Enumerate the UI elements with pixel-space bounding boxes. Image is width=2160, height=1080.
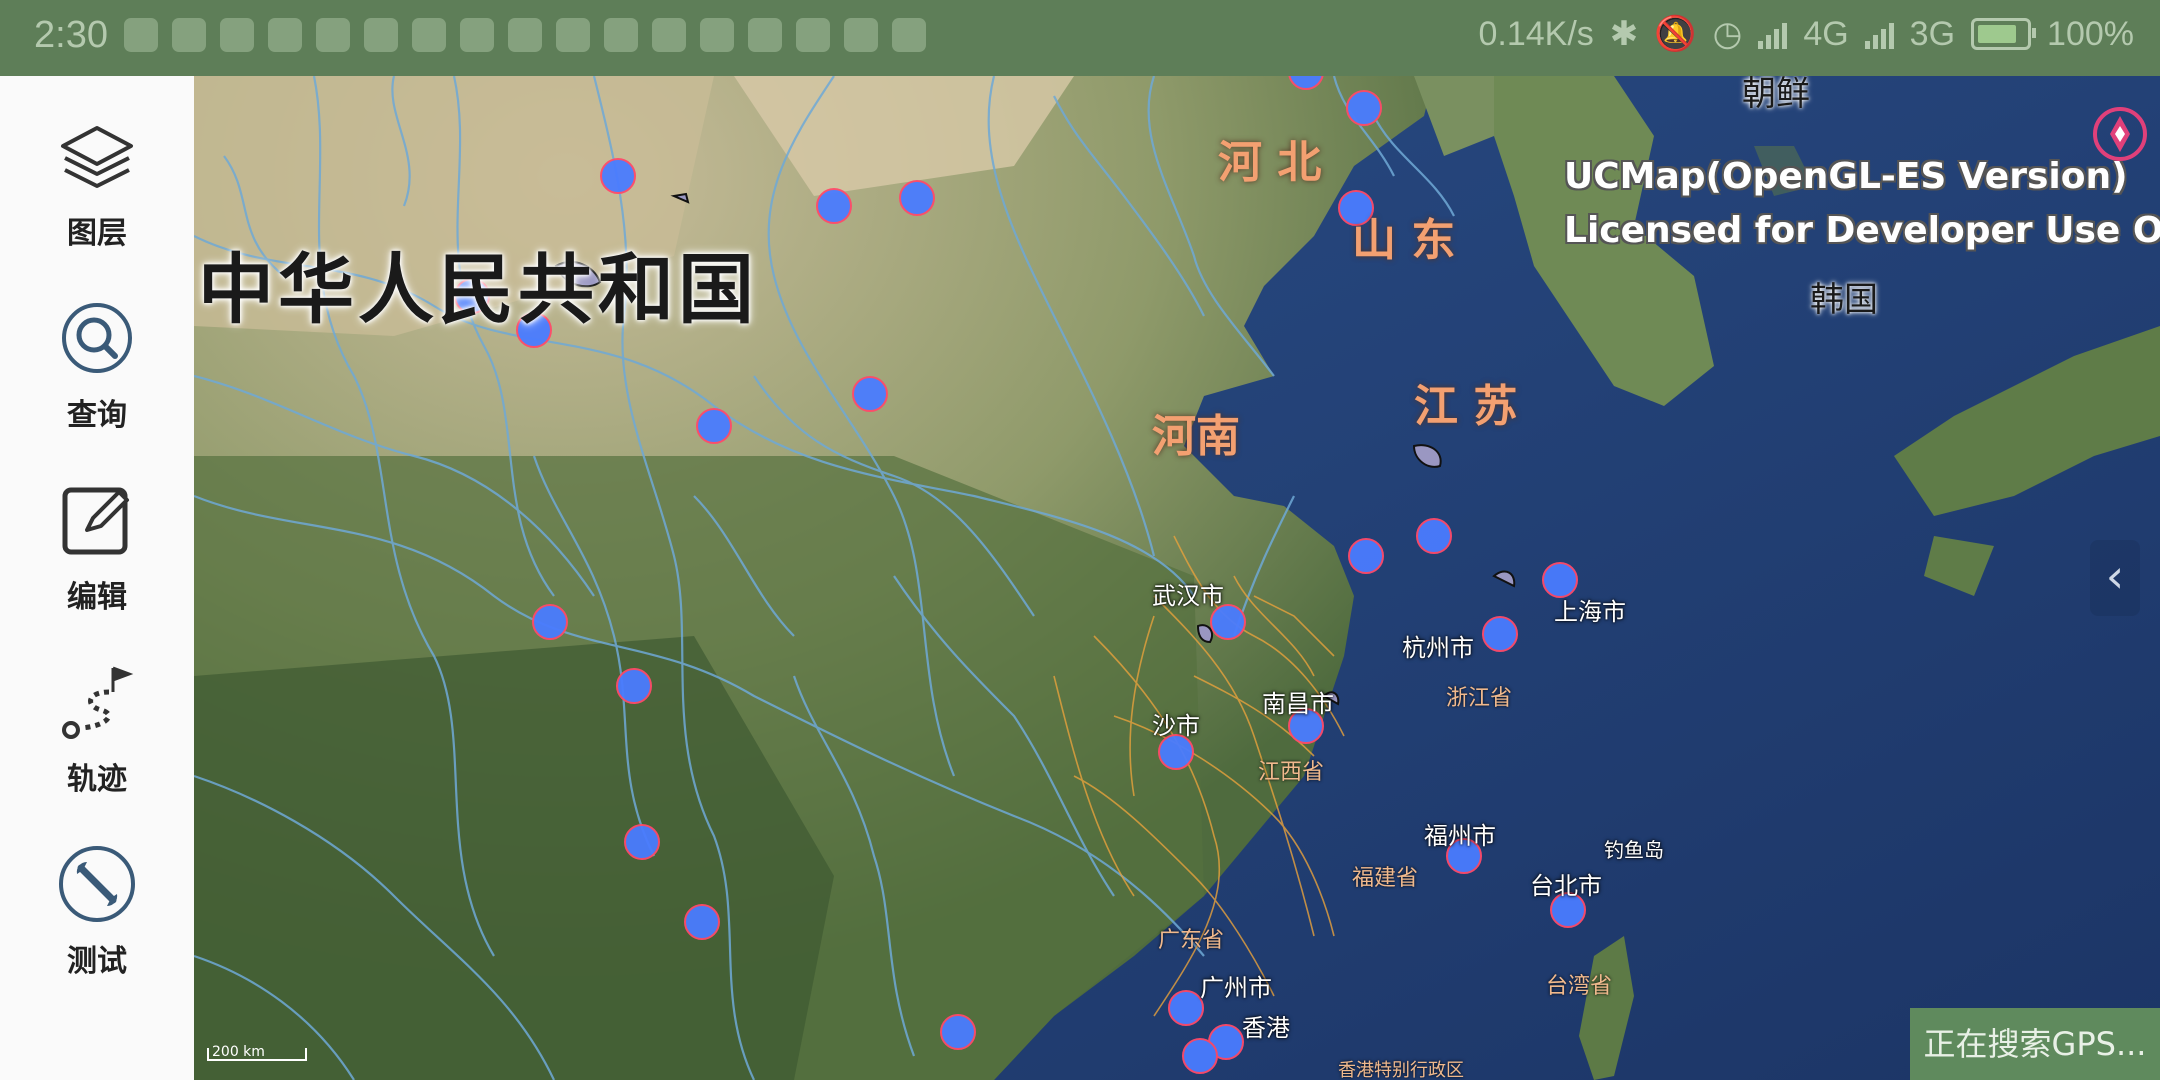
- sidebar-item-layers[interactable]: 图层: [0, 96, 194, 266]
- track-icon: [62, 666, 134, 739]
- status-bar: 2:30 0.14K/s ✱ 🔕 ◷ 4G 3G 100%: [0, 0, 2160, 76]
- network-speed: 0.14K/s: [1478, 14, 1594, 53]
- province-label-hebei: 河 北: [1218, 137, 1322, 188]
- province-label-zhejiang: 浙江省: [1446, 686, 1513, 711]
- network-type-1: 4G: [1803, 14, 1849, 53]
- province-label-henan: 河南: [1152, 411, 1240, 462]
- battery-icon: [1971, 18, 2037, 50]
- signal-icon-2: [1864, 19, 1894, 49]
- map-view[interactable]: 中华人民共和国 河 北 山 东 河南 江 苏 朝鲜 韩国 武汉市 杭州市 上海市…: [194, 76, 2160, 1080]
- city-label-hongkong: 香港: [1242, 1014, 1290, 1042]
- province-label-taiwan: 台湾省: [1546, 974, 1613, 999]
- city-label-guangzhou: 广州市: [1200, 974, 1272, 1002]
- alarm-icon: ◷: [1712, 15, 1743, 53]
- chevron-left-icon: ‹: [2105, 549, 2125, 603]
- search-icon: [62, 303, 132, 373]
- province-label-fujian: 福建省: [1352, 866, 1419, 891]
- battery-level: 100%: [2047, 14, 2134, 53]
- sidebar-item-label: 图层: [67, 216, 127, 251]
- scale-bar: 200 km: [206, 1044, 310, 1062]
- city-label-nanchang: 南昌市: [1262, 690, 1334, 718]
- province-label-jiangxi: 江西省: [1258, 760, 1325, 785]
- sidebar-item-test[interactable]: 测试: [0, 824, 194, 994]
- city-label-fuzhou: 福州市: [1424, 822, 1496, 850]
- country-label-south-korea: 韩国: [1810, 280, 1878, 320]
- province-label-jiangsu: 江 苏: [1414, 381, 1518, 432]
- country-label: 中华人民共和国: [198, 245, 758, 334]
- sidebar-item-label: 轨迹: [67, 762, 127, 797]
- city-label-shanghai: 上海市: [1554, 598, 1626, 626]
- license-line-1: UCMap(OpenGL-ES Version): [1564, 156, 2128, 197]
- city-label-changsha: 沙市: [1152, 712, 1200, 740]
- layers-icon: [61, 126, 133, 188]
- collapse-panel-button[interactable]: ‹: [2090, 540, 2140, 616]
- region-label-hk-sar: 香港特别行政区: [1338, 1060, 1464, 1080]
- province-label-guangdong: 广东省: [1158, 928, 1225, 953]
- edit-icon: [62, 487, 129, 555]
- mute-icon: 🔕: [1654, 15, 1697, 53]
- sidebar-item-track[interactable]: 轨迹: [0, 642, 194, 812]
- network-type-2: 3G: [1909, 14, 1956, 53]
- signal-icon: [1758, 19, 1788, 49]
- scale-label: 200 km: [212, 1044, 265, 1060]
- status-time: 2:30: [34, 14, 108, 56]
- gps-status-text: 正在搜索GPS...: [1923, 1025, 2147, 1063]
- province-label-shandong: 山 东: [1352, 215, 1456, 266]
- island-label-diaoyu: 钓鱼岛: [1604, 838, 1664, 862]
- compass-icon[interactable]: [2092, 106, 2148, 162]
- city-label-taipei: 台北市: [1530, 872, 1602, 900]
- gps-status-bar: 正在搜索GPS...: [1910, 1008, 2160, 1080]
- sidebar-item-label: 编辑: [67, 580, 127, 615]
- bluetooth-icon: ✱: [1609, 15, 1639, 53]
- wrench-icon: [59, 846, 135, 922]
- sidebar-item-query[interactable]: 查询: [0, 278, 194, 448]
- sidebar: 图层 查询 编辑 轨迹 测试: [0, 76, 194, 1080]
- sidebar-item-edit[interactable]: 编辑: [0, 460, 194, 630]
- license-line-2: Licensed for Developer Use Only: [1564, 210, 2160, 251]
- sidebar-item-label: 测试: [67, 944, 127, 979]
- sidebar-item-label: 查询: [67, 398, 127, 433]
- city-label-wuhan: 武汉市: [1152, 582, 1224, 610]
- country-label-north-korea: 朝鲜: [1742, 76, 1810, 114]
- notification-icons: [124, 18, 926, 52]
- city-label-hangzhou: 杭州市: [1402, 634, 1474, 662]
